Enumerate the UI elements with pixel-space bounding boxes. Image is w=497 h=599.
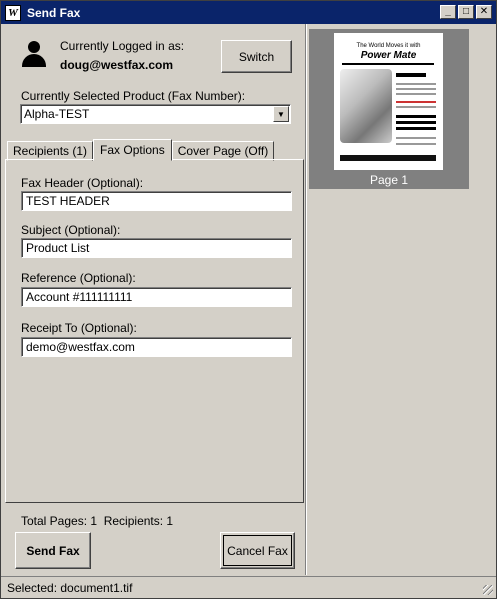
thumbnail-rule: [342, 63, 434, 65]
page-label: Page 1: [369, 173, 409, 187]
maximize-button[interactable]: □: [458, 5, 474, 19]
switch-button[interactable]: Switch: [221, 40, 292, 73]
send-fax-button[interactable]: Send Fax: [15, 532, 91, 569]
fax-options-panel: Fax Header (Optional): TEST HEADER Subje…: [5, 159, 304, 503]
receipt-to-input[interactable]: demo@westfax.com: [21, 337, 292, 357]
tab-recipients[interactable]: Recipients (1): [7, 141, 94, 161]
thumbnail-brand: Power Mate: [360, 50, 417, 61]
thumbnail-product-image: [340, 69, 392, 143]
minimize-button[interactable]: _: [440, 5, 456, 19]
thumbnail-text-line: [396, 127, 436, 130]
product-select-value: Alpha-TEST: [24, 107, 90, 121]
fax-header-input[interactable]: TEST HEADER: [21, 191, 292, 211]
send-fax-window: W Send Fax _ □ ✕ Currently Logged in as:…: [0, 0, 497, 599]
resize-grip-icon[interactable]: [483, 585, 493, 595]
account-section: Currently Logged in as: doug@westfax.com…: [5, 29, 304, 137]
window-controls: _ □ ✕: [440, 5, 492, 19]
thumbnail-text-line: [396, 73, 426, 77]
logged-in-label: Currently Logged in as:: [60, 39, 185, 53]
fax-header-label: Fax Header (Optional):: [21, 176, 144, 190]
thumbnail-text-line: [396, 115, 436, 118]
thumbnail-text-line: [396, 106, 436, 108]
westfax-logo-icon: W: [5, 4, 21, 21]
thumbnail-text-line: [396, 143, 436, 145]
thumbnail-text-line: [396, 93, 436, 95]
product-label: Currently Selected Product (Fax Number):: [21, 89, 246, 103]
chevron-down-icon[interactable]: ▼: [273, 106, 289, 122]
thumbnail-text-line: [396, 83, 436, 85]
status-text: Selected: document1.tif: [7, 580, 133, 595]
reference-input[interactable]: Account #111111111: [21, 287, 292, 307]
cancel-fax-button[interactable]: Cancel Fax: [220, 532, 295, 569]
user-icon: [21, 41, 47, 71]
tab-fax-options[interactable]: Fax Options: [93, 139, 172, 161]
page-thumbnail[interactable]: The World Moves it with Power Mate: [334, 33, 443, 170]
receipt-to-label: Receipt To (Optional):: [21, 321, 137, 335]
action-section: Total Pages: 1 Recipients: 1 Send Fax Ca…: [5, 504, 304, 575]
thumbnail-text-line: [396, 88, 436, 90]
subject-input[interactable]: Product List: [21, 238, 292, 258]
thumbnail-text-line: [396, 101, 436, 103]
totals-text: Total Pages: 1 Recipients: 1: [21, 514, 174, 528]
thumbnail-text-line: [396, 137, 436, 139]
close-button[interactable]: ✕: [476, 5, 492, 19]
reference-label: Reference (Optional):: [21, 271, 136, 285]
title-bar[interactable]: W Send Fax _ □ ✕: [1, 1, 496, 24]
window-title: Send Fax: [27, 5, 81, 20]
thumbnail-text-line: [396, 121, 436, 124]
status-bar: Selected: document1.tif: [1, 576, 496, 598]
subject-label: Subject (Optional):: [21, 223, 121, 237]
thumbnail-heading: The World Moves it with: [356, 43, 421, 49]
thumbnail-footer-bar: [340, 155, 436, 161]
tab-strip: Recipients (1) Fax Options Cover Page (O…: [7, 139, 275, 161]
splitter[interactable]: [305, 24, 307, 575]
product-select[interactable]: Alpha-TEST ▼: [20, 104, 291, 124]
logged-in-user: doug@westfax.com: [60, 58, 174, 72]
page-preview-area: The World Moves it with Power Mate Page …: [309, 29, 469, 189]
tab-cover-page[interactable]: Cover Page (Off): [171, 141, 275, 161]
